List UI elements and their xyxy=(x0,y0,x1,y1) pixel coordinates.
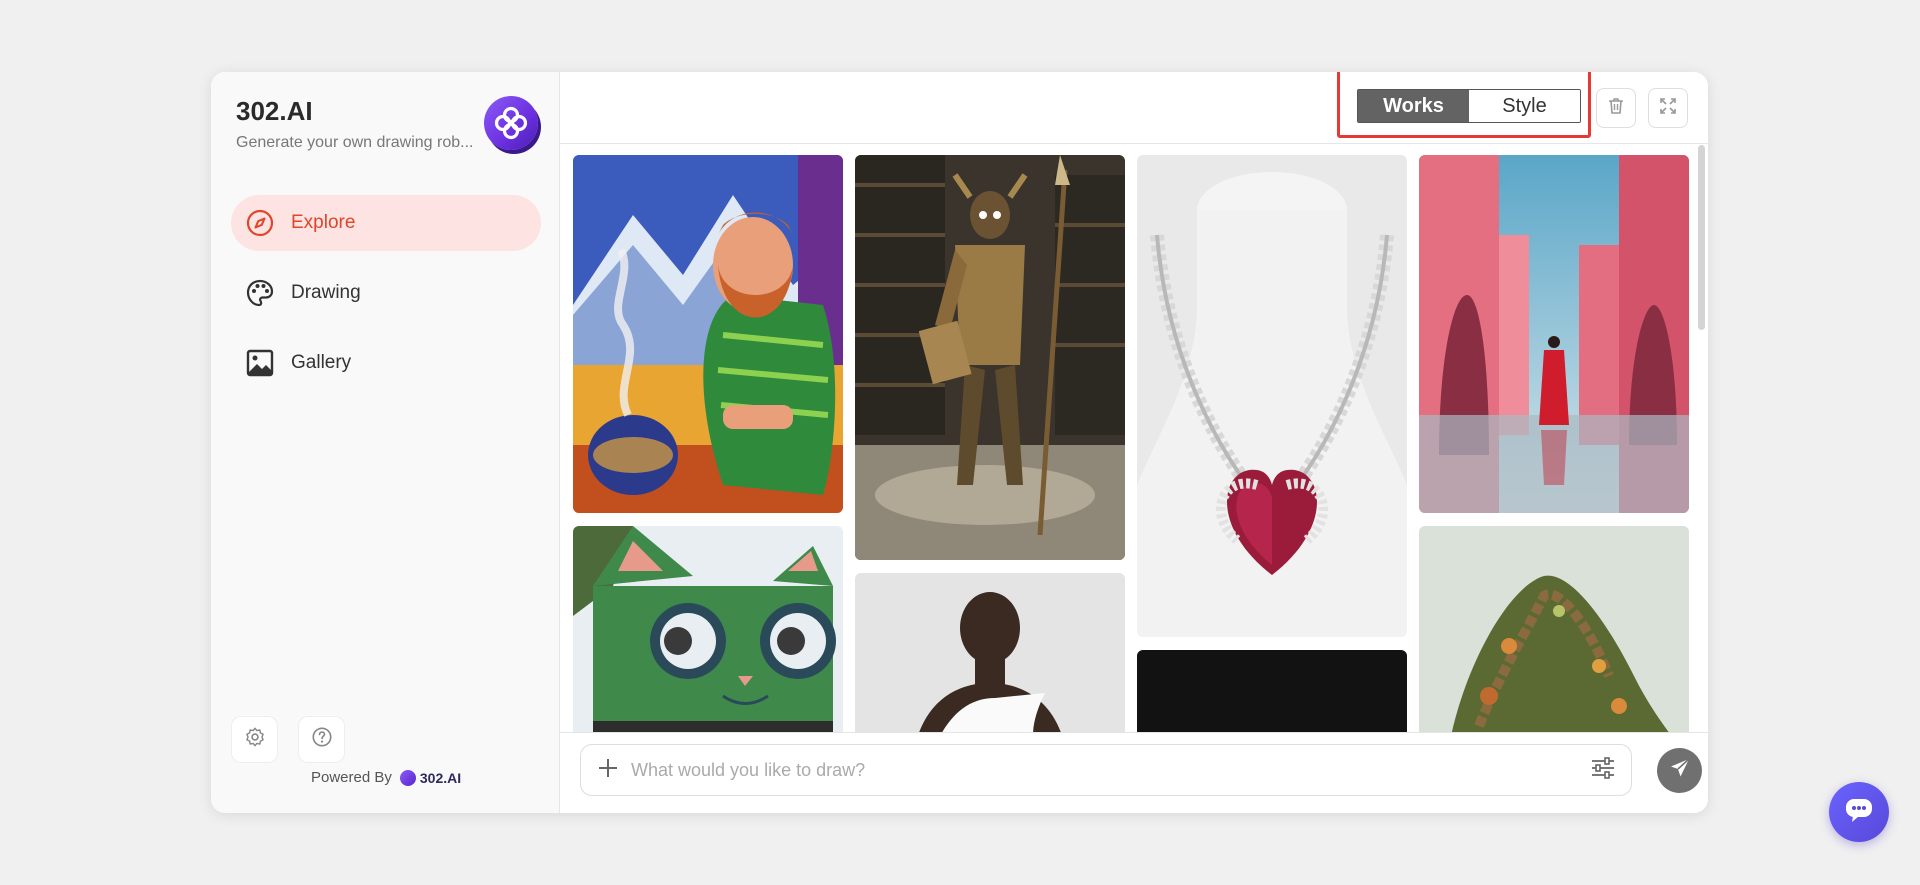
trash-icon xyxy=(1606,96,1626,121)
chat-support-button[interactable] xyxy=(1829,782,1889,842)
brand-logo-icon xyxy=(484,96,538,150)
sidebar-item-explore[interactable]: Explore xyxy=(231,195,541,251)
gallery-image[interactable] xyxy=(573,155,843,513)
gallery-image[interactable] xyxy=(1137,155,1407,637)
sidebar-item-label: Drawing xyxy=(291,282,361,303)
compass-icon xyxy=(245,208,275,238)
send-button[interactable] xyxy=(1657,748,1702,793)
gallery-image[interactable] xyxy=(1137,650,1407,732)
powered-by-label: Powered By xyxy=(311,769,392,786)
sidebar-nav: Explore Drawing Gallery xyxy=(231,195,541,405)
expand-icon xyxy=(1658,96,1678,121)
main-panel: Works Style xyxy=(560,72,1708,813)
prompt-composer xyxy=(560,732,1708,813)
powered-by-brand-label: 302.AI xyxy=(419,769,462,786)
settings-button[interactable] xyxy=(231,716,278,763)
help-button[interactable] xyxy=(298,716,345,763)
gallery-scrollbar[interactable] xyxy=(1698,145,1705,330)
app-subtitle: Generate your own drawing rob... xyxy=(236,134,474,151)
image-gallery xyxy=(573,155,1708,732)
sliders-icon[interactable] xyxy=(1591,756,1615,784)
gear-icon xyxy=(244,726,266,753)
sidebar-item-label: Explore xyxy=(291,212,356,233)
powered-by: Powered By 302.AI xyxy=(311,769,461,786)
top-actions xyxy=(1596,88,1688,128)
gallery-image[interactable] xyxy=(1419,155,1689,513)
sidebar-footer-actions xyxy=(231,716,345,763)
palette-icon xyxy=(245,278,275,308)
app-title: 302.AI xyxy=(236,96,313,126)
gallery-image[interactable] xyxy=(573,526,843,732)
app-window: 302.AI Generate your own drawing rob... … xyxy=(211,72,1708,813)
highlight-box xyxy=(1337,72,1591,138)
sidebar-item-gallery[interactable]: Gallery xyxy=(231,335,541,391)
sidebar-item-label: Gallery xyxy=(291,352,352,373)
fullscreen-button[interactable] xyxy=(1648,88,1688,128)
gallery-image[interactable] xyxy=(855,155,1125,560)
powered-by-brand[interactable]: 302.AI xyxy=(399,769,462,786)
send-icon xyxy=(1668,756,1692,785)
question-icon xyxy=(311,726,333,753)
plus-icon[interactable] xyxy=(597,757,619,784)
gallery-image[interactable] xyxy=(855,573,1125,732)
delete-button[interactable] xyxy=(1596,88,1636,128)
sidebar: 302.AI Generate your own drawing rob... … xyxy=(211,72,560,813)
chat-bubble-icon xyxy=(1844,796,1874,829)
prompt-input[interactable] xyxy=(629,758,1591,782)
gallery-image[interactable] xyxy=(1419,526,1689,732)
sidebar-item-drawing[interactable]: Drawing xyxy=(231,265,541,321)
brand-mini-logo-icon xyxy=(399,769,416,786)
prompt-box xyxy=(580,744,1632,796)
image-icon xyxy=(245,348,275,378)
